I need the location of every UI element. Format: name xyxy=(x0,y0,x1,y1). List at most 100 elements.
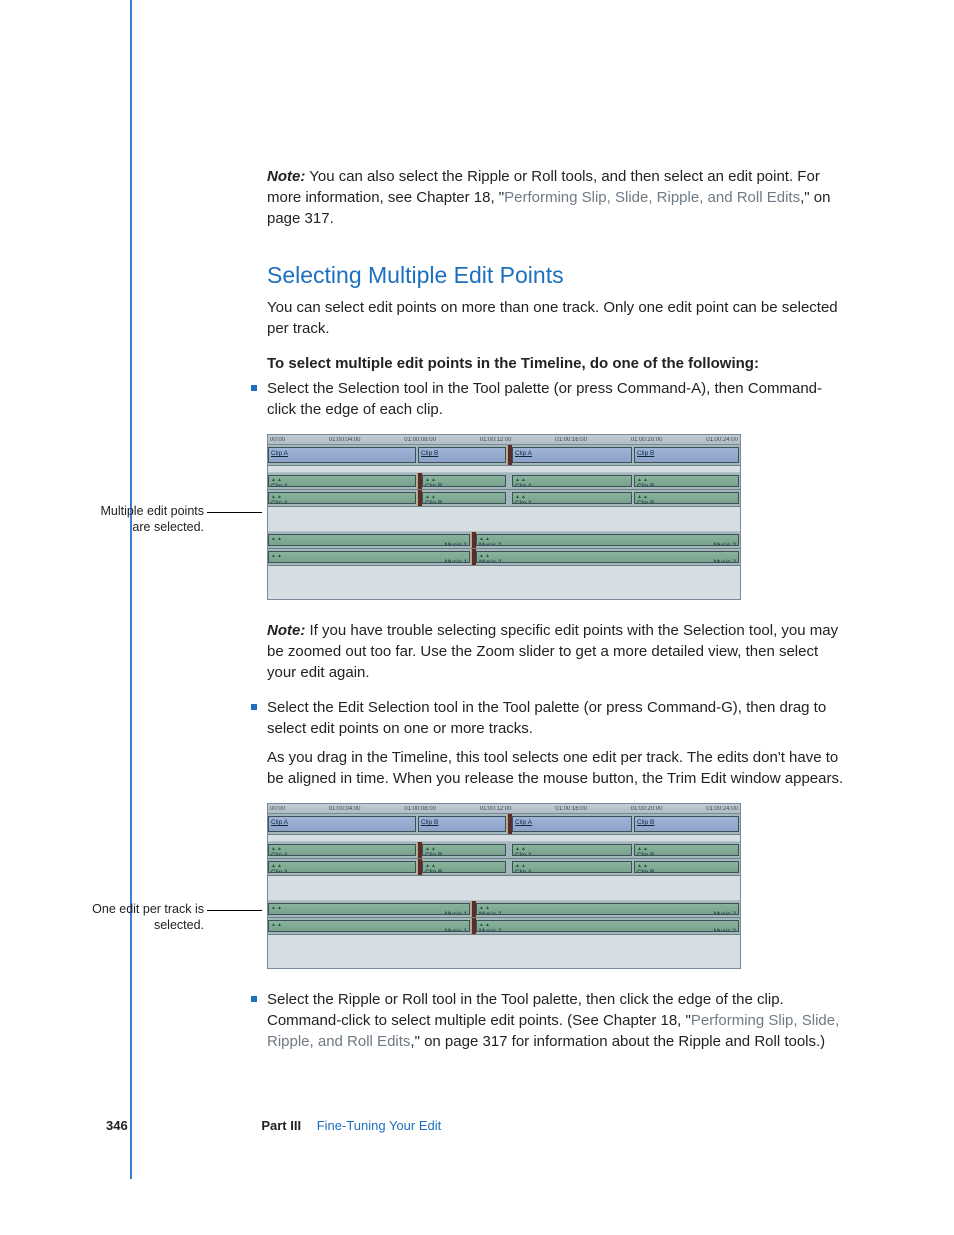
howto-lead: To select multiple edit points in the Ti… xyxy=(267,353,846,374)
bullet-2: Select the Edit Selection tool in the To… xyxy=(267,697,846,739)
clip: ▲▲Clip A xyxy=(268,475,416,487)
figure-caption-2: One edit per track is selected. xyxy=(74,901,204,934)
page: Note: You can also select the Ripple or … xyxy=(0,0,954,1235)
zoom-note: Note: If you have trouble selecting spec… xyxy=(267,620,846,683)
tick: 01:00:04:00 xyxy=(329,804,361,813)
page-footer: 346 Part III Fine-Tuning Your Edit xyxy=(106,1117,954,1135)
clip-label: Music 2 xyxy=(714,558,736,563)
clip: Clip A xyxy=(512,816,632,832)
clip: Clip B xyxy=(634,816,739,832)
clip: ▲▲Music 1 xyxy=(268,534,470,546)
time-ruler: 00:00 01:00:04:00 01:00:08:00 01:00:12:0… xyxy=(268,435,740,445)
clip: ▲▲Clip B xyxy=(422,475,506,487)
clip: ▲▲Clip B xyxy=(422,844,506,856)
video-track-1: Clip A Clip B Clip A Clip B xyxy=(268,445,740,466)
clip: ▲▲Clip B xyxy=(422,492,506,504)
clip: ▲▲Music 2Music 2 xyxy=(476,534,739,546)
xref-link[interactable]: Performing Slip, Slide, Ripple, and Roll… xyxy=(504,189,800,206)
caption-line: Multiple edit points xyxy=(74,503,204,519)
body-column: Note: You can also select the Ripple or … xyxy=(267,0,846,1052)
clip: ▲▲Music 2Music 2 xyxy=(476,551,739,563)
bullet-3: Select the Ripple or Roll tool in the To… xyxy=(267,989,846,1052)
clip: ▲▲Music 2Music 2 xyxy=(476,903,739,915)
clip: ▲▲Clip A xyxy=(512,861,632,873)
clip: Clip B xyxy=(418,816,506,832)
bullet-icon xyxy=(251,385,257,391)
clip: ▲▲Clip B xyxy=(422,861,506,873)
clip: ▲▲Music 1 xyxy=(268,920,470,932)
part-title: Fine-Tuning Your Edit xyxy=(317,1118,442,1133)
audio-track-2: ▲▲Clip A ▲▲Clip B ▲▲Clip A ▲▲Clip B xyxy=(268,859,740,876)
tick: 01:00:04:00 xyxy=(329,435,361,444)
tick: 00:00 xyxy=(270,435,285,444)
clip: ▲▲Clip B xyxy=(634,492,739,504)
leader-line xyxy=(207,512,262,513)
music-track-1: ▲▲Music 1 ▲▲Music 2Music 2 xyxy=(268,901,740,918)
clip: Clip A xyxy=(268,447,416,463)
bullet-3-b: ," on page 317 for information about the… xyxy=(410,1033,825,1050)
clip: ▲▲Clip B xyxy=(634,844,739,856)
timeline-figure-2: 00:00 01:00:04:00 01:00:08:00 01:00:12:0… xyxy=(267,803,741,969)
gap xyxy=(268,507,740,532)
tick: 01:00:16:00 xyxy=(555,435,587,444)
figure-caption-1: Multiple edit points are selected. xyxy=(74,503,204,536)
music-track-1: ▲▲Music 1 ▲▲Music 2Music 2 xyxy=(268,532,740,549)
timeline-figure-1: 00:00 01:00:04:00 01:00:08:00 01:00:12:0… xyxy=(267,434,741,600)
gap xyxy=(268,835,740,842)
time-ruler: 00:00 01:00:04:00 01:00:08:00 01:00:12:0… xyxy=(268,804,740,814)
caption-line: are selected. xyxy=(74,519,204,535)
clip: ▲▲Music 2Music 2 xyxy=(476,920,739,932)
bullet-1-text: Select the Selection tool in the Tool pa… xyxy=(267,380,822,418)
tick: 01:00:12:00 xyxy=(480,804,512,813)
clip: Clip A xyxy=(512,447,632,463)
tick: 01:00:24:00 xyxy=(706,804,738,813)
clip: ▲▲Clip A xyxy=(512,844,632,856)
tick: 01:00:20:00 xyxy=(631,804,663,813)
gap xyxy=(268,876,740,901)
tick: 01:00:08:00 xyxy=(404,435,436,444)
tick: 01:00:12:00 xyxy=(480,435,512,444)
music-track-2: ▲▲Music 1 ▲▲Music 2Music 2 xyxy=(268,918,740,935)
bullet-icon xyxy=(251,704,257,710)
audio-track-1: ▲▲Clip A ▲▲Clip B ▲▲Clip A ▲▲Clip B xyxy=(268,842,740,859)
leader-line xyxy=(207,910,262,911)
clip-label: Music 2 xyxy=(714,541,736,546)
part-label: Part III xyxy=(261,1118,301,1133)
music-track-2: ▲▲Music 1 ▲▲Music 2Music 2 xyxy=(268,549,740,566)
clip: ▲▲Clip A xyxy=(268,844,416,856)
clip: ▲▲Clip B xyxy=(634,475,739,487)
tick: 01:00:08:00 xyxy=(404,804,436,813)
gap xyxy=(268,466,740,473)
bullet-icon xyxy=(251,996,257,1002)
clip: ▲▲Clip A xyxy=(512,475,632,487)
video-track-1: Clip A Clip B Clip A Clip B xyxy=(268,814,740,835)
clip: ▲▲Music 1 xyxy=(268,551,470,563)
note-intro: Note: You can also select the Ripple or … xyxy=(267,166,846,229)
tick: 01:00:16:00 xyxy=(555,804,587,813)
clip: Clip A xyxy=(268,816,416,832)
page-number: 346 xyxy=(106,1118,128,1133)
clip-label: Music 2 xyxy=(714,927,736,932)
clip: Clip B xyxy=(634,447,739,463)
note-prefix: Note: xyxy=(267,168,305,185)
caption-line: selected. xyxy=(74,917,204,933)
clip: ▲▲Music 1 xyxy=(268,903,470,915)
section-heading: Selecting Multiple Edit Points xyxy=(267,259,846,291)
clip: ▲▲Clip B xyxy=(634,861,739,873)
bullet-2-paragraph: As you drag in the Timeline, this tool s… xyxy=(267,747,846,789)
zoom-note-body: If you have trouble selecting specific e… xyxy=(267,622,838,681)
audio-track-1: ▲▲Clip A ▲▲Clip B ▲▲Clip A ▲▲Clip B xyxy=(268,473,740,490)
note-prefix: Note: xyxy=(267,622,305,639)
bullet-2-text: Select the Edit Selection tool in the To… xyxy=(267,699,826,737)
clip: ▲▲Clip A xyxy=(268,861,416,873)
clip: ▲▲Clip A xyxy=(512,492,632,504)
clip: ▲▲Clip A xyxy=(268,492,416,504)
caption-line: One edit per track is xyxy=(74,901,204,917)
clip-label: Music 2 xyxy=(714,910,736,915)
tick: 01:00:24:00 xyxy=(706,435,738,444)
tick: 01:00:20:00 xyxy=(631,435,663,444)
tick: 00:00 xyxy=(270,804,285,813)
audio-track-2: ▲▲Clip A ▲▲Clip B ▲▲Clip A ▲▲Clip B xyxy=(268,490,740,507)
bullet-1: Select the Selection tool in the Tool pa… xyxy=(267,378,846,420)
clip: Clip B xyxy=(418,447,506,463)
